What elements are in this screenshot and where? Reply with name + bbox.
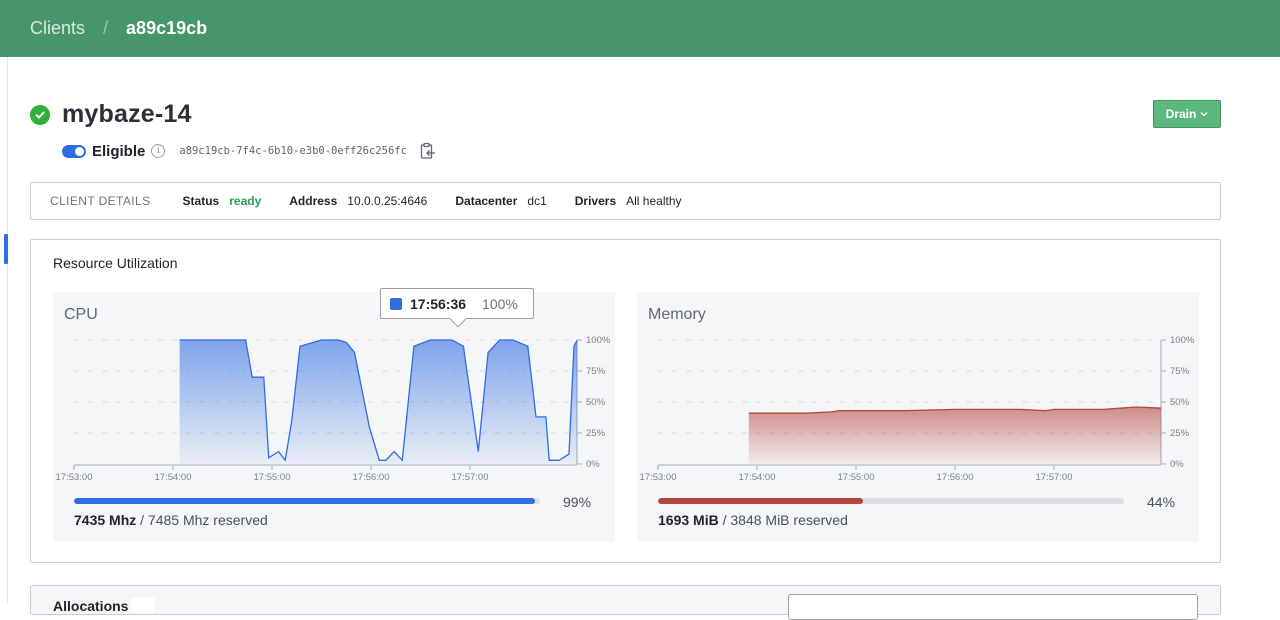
memory-chart[interactable]: 100% 75% 50% 25% 0% 17:53:00 17:54:00 17:55:00 1… [637,292,1199,492]
left-rail-active-marker [4,234,8,264]
eligibility-toggle[interactable] [62,144,86,158]
drain-button[interactable]: Drain [1153,100,1221,128]
cpu-meter [74,498,540,504]
cpu-panel: 100% 75% 50% 25% 0% 17:53:00 17:54:00 17:55:00 1… [53,292,615,542]
drivers-label: Drivers [574,194,617,208]
left-rail [7,57,8,604]
resource-utilization-box: Resource Utilization 100% 75% 50% 25% 0% 17:5… [30,239,1221,563]
status-label: Status [182,194,220,208]
drivers-value: All healthy [626,194,682,208]
memory-area-fill [748,407,1162,464]
tooltip-time: 17:56:36 [410,295,467,312]
memory-title: Memory [648,306,706,323]
chart-tooltip: 17:56:36 100% [380,288,534,328]
address-value: 10.0.0.25:4646 [347,194,428,208]
datacenter-label: Datacenter [455,194,518,208]
status-value: ready [229,194,262,208]
memory-panel: 100% 75% 50% 25% 0% 17:53:00 17:54:00 17:55:00 1… [637,292,1199,542]
cpu-x-tick-label: 17:56:00 [353,472,390,483]
breadcrumb-clients-link[interactable]: Clients [30,18,85,39]
eligibility-row: Eligible i a89c19cb-7f4c-6b10-e3b0-0eff2… [62,142,437,160]
cpu-used: 7435 Mhz [74,512,137,528]
cpu-title: CPU [64,306,98,323]
allocations-search-input[interactable] [788,594,1198,620]
memory-used: 1693 MiB [658,512,719,528]
allocations-count-badge [131,598,155,612]
memory-y-tick-label: 75% [1170,366,1190,377]
page-title: mybaze-14 [62,100,192,128]
memory-meter [658,498,1124,504]
client-details-bar: Client Details Status ready Address 10.0… [30,182,1221,220]
cpu-usage: 7435 Mhz / 7485 Mhz reserved [74,512,268,528]
breadcrumb-current: a89c19cb [126,18,208,38]
top-nav-bar: Clients / a89c19cb [0,0,1280,57]
allocations-title: Allocations [53,598,129,614]
client-id: a89c19cb-7f4c-6b10-e3b0-0eff26c256fc [179,145,407,157]
cpu-x-tick-label: 17:53:00 [56,472,93,483]
memory-meter-fill [658,498,864,504]
datacenter-value: dc1 [527,194,547,208]
cpu-x-tick-label: 17:57:00 [452,472,489,483]
memory-x-tick-label: 17:56:00 [937,472,974,483]
drain-button-label: Drain [1165,107,1197,121]
memory-y-tick-label: 100% [1170,335,1195,346]
memory-usage: 1693 MiB / 3848 MiB reserved [658,512,848,528]
memory-y-tick-label: 50% [1170,397,1190,408]
memory-x-tick-label: 17:53:00 [640,472,677,483]
copy-icon[interactable] [419,142,437,160]
chevron-down-icon [1200,112,1208,117]
memory-reserved: / 3848 MiB reserved [722,512,848,528]
memory-percent: 44% [1147,494,1176,510]
memory-x-tick-label: 17:57:00 [1036,472,1073,483]
cpu-y-tick-label: 0% [586,459,600,470]
resource-utilization-title: Resource Utilization [53,255,178,271]
cpu-y-tick-label: 100% [586,335,611,346]
cpu-x-tick-label: 17:55:00 [254,472,291,483]
cpu-y-tick-label: 25% [586,428,606,439]
tooltip-value: 100% [482,295,518,312]
cpu-y-tick-label: 75% [586,366,606,377]
memory-y-tick-label: 0% [1170,459,1184,470]
client-details-heading: Client Details [50,194,151,208]
cpu-percent: 99% [563,494,592,510]
cpu-meter-fill [74,498,536,504]
eligibility-label: Eligible [92,142,146,160]
info-icon[interactable]: i [151,144,166,158]
tooltip-swatch [390,297,402,310]
cpu-reserved: / 7485 Mhz reserved [140,512,268,528]
allocations-box: Allocations [30,585,1221,620]
page-header: mybaze-14 [30,100,192,129]
memory-x-tick-label: 17:55:00 [838,472,875,483]
memory-y-tick-label: 25% [1170,428,1190,439]
check-circle-icon [30,104,50,125]
memory-x-tick-label: 17:54:00 [739,472,776,483]
cpu-x-tick-label: 17:54:00 [155,472,192,483]
breadcrumb-separator: / [103,18,109,38]
cpu-area-fill [179,340,578,464]
cpu-y-tick-label: 50% [586,397,606,408]
cpu-chart[interactable]: 100% 75% 50% 25% 0% 17:53:00 17:54:00 17:55:00 1… [53,292,615,492]
address-label: Address [289,194,338,208]
